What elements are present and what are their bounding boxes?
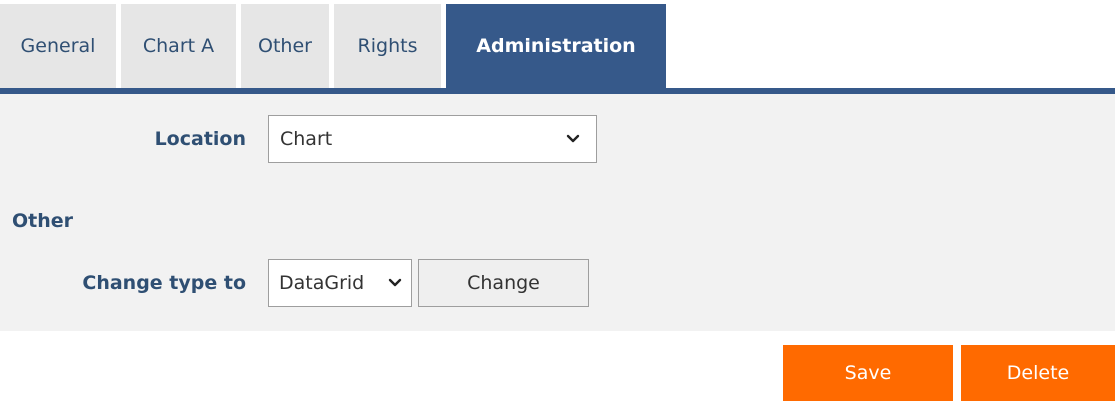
change-type-select-value: DataGrid [279,272,365,294]
administration-panel: Location Chart Other Change type to Data… [0,94,1115,331]
tab-chart-a[interactable]: Chart A [121,4,236,88]
tab-administration[interactable]: Administration [446,4,666,88]
location-select-value: Chart [280,128,333,150]
location-label: Location [154,128,246,150]
change-type-select[interactable]: DataGrid [268,259,412,307]
chevron-down-icon [566,134,580,143]
section-other-heading: Other [12,210,74,232]
tab-strip: General Chart A Other Rights Administrat… [0,4,666,88]
tab-rights[interactable]: Rights [334,4,441,88]
location-select[interactable]: Chart [268,115,597,163]
chevron-down-icon [388,278,402,287]
delete-button[interactable]: Delete [961,345,1115,401]
change-type-button[interactable]: Change [418,259,589,307]
tab-other[interactable]: Other [241,4,329,88]
save-button[interactable]: Save [783,345,953,401]
tab-general[interactable]: General [0,4,116,88]
change-type-label: Change type to [82,272,246,294]
